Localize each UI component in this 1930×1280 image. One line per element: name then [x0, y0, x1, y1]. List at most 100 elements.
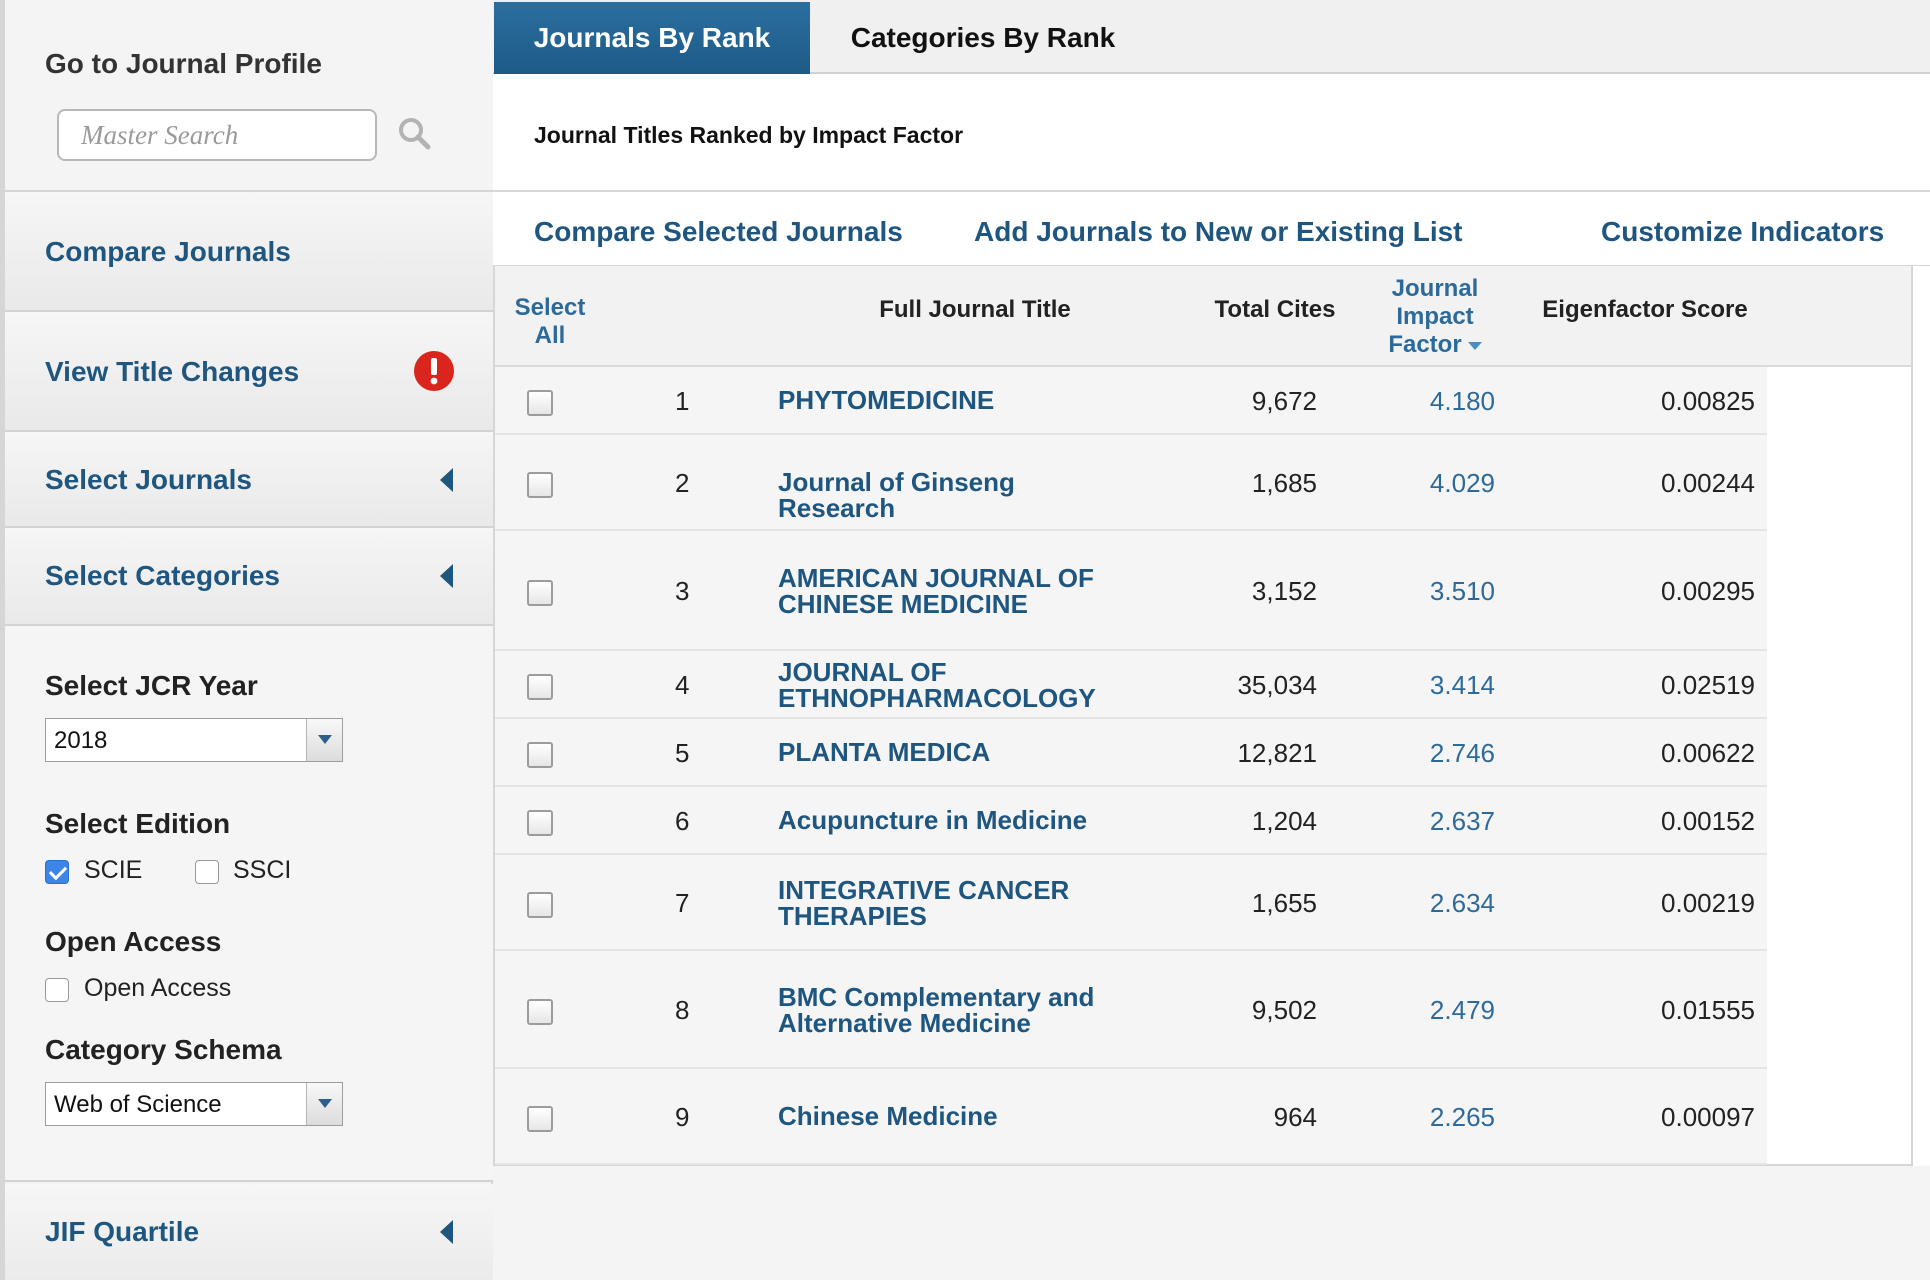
journal-title-link[interactable]: INTEGRATIVE CANCER THERAPIES	[778, 877, 1138, 929]
customize-indicators-link[interactable]: Customize Indicators	[1601, 216, 1884, 248]
actions-bar: Compare Selected Journals Add Journals t…	[493, 196, 1930, 266]
alert-icon	[414, 351, 454, 391]
chevron-down-icon	[306, 719, 342, 761]
header-journal-impact-factor[interactable]: Journal Impact Factor	[1345, 275, 1525, 359]
collapse-arrow-icon	[440, 1220, 453, 1244]
scie-checkbox[interactable]	[45, 860, 69, 884]
row-impact-factor-link[interactable]: 4.180	[1430, 386, 1495, 417]
table-row: 7 INTEGRATIVE CANCER THERAPIES 1,655 2.634 0.…	[495, 855, 1767, 951]
add-journals-to-list-link[interactable]: Add Journals to New or Existing List	[974, 216, 1463, 248]
row-rank: 6	[675, 806, 690, 836]
journal-title-link[interactable]: JOURNAL OF ETHNOPHARMACOLOGY	[778, 659, 1138, 711]
row-impact-factor-link[interactable]: 2.634	[1430, 888, 1495, 919]
journal-title-link[interactable]: PLANTA MEDICA	[778, 739, 1138, 765]
journal-title-link[interactable]: Chinese Medicine	[778, 1103, 1138, 1129]
table-row: 5 PLANTA MEDICA 12,821 2.746 0.00622	[495, 719, 1767, 787]
row-checkbox[interactable]	[527, 390, 553, 416]
row-rank: 3	[675, 576, 690, 606]
chevron-down-icon	[306, 1083, 342, 1125]
journal-title-link[interactable]: Acupuncture in Medicine	[778, 807, 1138, 833]
journal-title-line-1: Acupuncture in Medicine	[778, 805, 1088, 835]
row-checkbox[interactable]	[527, 742, 553, 768]
tab-journals-by-rank[interactable]: Journals By Rank	[494, 2, 810, 74]
open-access-heading: Open Access	[45, 926, 222, 957]
table-row: 2 Journal of Ginseng Research 1,685 4.029 0.…	[495, 435, 1767, 531]
select-journals-button[interactable]: Select Journals	[5, 432, 493, 528]
row-total-cites: 3,152	[1251, 576, 1317, 606]
row-impact-factor-link[interactable]: 4.029	[1430, 468, 1495, 499]
journal-title-link[interactable]: Journal of Ginseng Research	[778, 469, 1138, 521]
page-footer-area	[493, 1166, 1930, 1280]
ssci-label: SSCI	[233, 856, 292, 884]
row-total-cites: 9,502	[1251, 995, 1317, 1025]
row-impact-factor-link[interactable]: 2.746	[1430, 738, 1495, 769]
tab-categories-by-rank[interactable]: Categories By Rank	[823, 2, 1143, 74]
ssci-checkbox[interactable]	[195, 860, 219, 884]
row-checkbox[interactable]	[527, 580, 553, 606]
table-header: Select All Full Journal Title Total Cite…	[495, 266, 1911, 367]
journal-title-line-1: INTEGRATIVE CANCER	[778, 875, 1070, 905]
jif-quartile-button[interactable]: JIF Quartile	[5, 1184, 493, 1280]
row-eigenfactor-score: 0.01555	[1661, 995, 1755, 1025]
journal-title-link[interactable]: PHYTOMEDICINE	[778, 387, 1138, 413]
journal-title-line-1: Chinese Medicine	[778, 1101, 998, 1131]
journals-table: Select All Full Journal Title Total Cite…	[493, 266, 1913, 1166]
jif-header-line-1: Journal	[1391, 275, 1479, 302]
journal-title-line-2: CHINESE MEDICINE	[778, 589, 1028, 619]
row-impact-factor-link[interactable]: 2.479	[1430, 995, 1495, 1026]
category-schema-value: Web of Science	[54, 1091, 222, 1118]
journal-title-line-1: BMC Complementary and	[778, 982, 1095, 1012]
category-schema-select[interactable]: Web of Science	[45, 1082, 343, 1126]
scie-label: SCIE	[84, 856, 143, 884]
category-schema-heading: Category Schema	[45, 1034, 282, 1065]
row-checkbox[interactable]	[527, 1106, 553, 1132]
row-impact-factor-link[interactable]: 3.510	[1430, 576, 1495, 607]
collapse-arrow-icon	[440, 468, 453, 492]
jif-header-line-3: Factor	[1345, 331, 1525, 359]
select-all-link[interactable]: Select All	[511, 294, 589, 350]
row-checkbox[interactable]	[527, 892, 553, 918]
table-row: 1 PHYTOMEDICINE 9,672 4.180 0.00825	[495, 367, 1767, 435]
row-eigenfactor-score: 0.00622	[1661, 738, 1755, 768]
row-eigenfactor-score: 0.00295	[1661, 576, 1755, 606]
journal-title-line-1: PLANTA MEDICA	[778, 737, 991, 767]
row-eigenfactor-score: 0.00219	[1661, 888, 1755, 918]
open-access-checkbox[interactable]	[45, 978, 69, 1002]
row-checkbox[interactable]	[527, 674, 553, 700]
compare-selected-journals-link[interactable]: Compare Selected Journals	[534, 216, 903, 248]
row-rank: 1	[675, 386, 690, 416]
row-checkbox[interactable]	[527, 810, 553, 836]
row-eigenfactor-score: 0.00152	[1661, 806, 1755, 836]
select-categories-label: Select Categories	[45, 560, 280, 591]
row-checkbox[interactable]	[527, 472, 553, 498]
row-total-cites: 9,672	[1251, 386, 1317, 416]
page-title: Journal Titles Ranked by Impact Factor	[534, 122, 964, 148]
row-rank: 8	[675, 995, 690, 1025]
jcr-year-select[interactable]: 2018	[45, 718, 343, 762]
row-impact-factor-link[interactable]: 2.265	[1430, 1102, 1495, 1133]
profile-heading: Go to Journal Profile	[45, 48, 322, 79]
view-title-changes-button[interactable]: View Title Changes	[5, 312, 493, 432]
jif-quartile-label: JIF Quartile	[45, 1216, 200, 1247]
compare-journals-button[interactable]: Compare Journals	[5, 192, 493, 312]
table-row: 4 JOURNAL OF ETHNOPHARMACOLOGY 35,034 3.414 0…	[495, 651, 1767, 719]
journal-title-link[interactable]: BMC Complementary and Alternative Medicin…	[778, 984, 1138, 1036]
header-full-journal-title: Full Journal Title	[879, 296, 1071, 323]
journal-title-line-1: AMERICAN JOURNAL OF	[778, 563, 1094, 593]
master-search-input[interactable]	[57, 109, 377, 161]
row-total-cites: 964	[1273, 1102, 1317, 1132]
table-row: 3 AMERICAN JOURNAL OF CHINESE MEDICINE 3,15…	[495, 531, 1767, 651]
compare-journals-label: Compare Journals	[45, 236, 291, 267]
select-categories-button[interactable]: Select Categories	[5, 528, 493, 626]
title-panel: Journal Titles Ranked by Impact Factor	[493, 74, 1930, 192]
row-checkbox[interactable]	[527, 999, 553, 1025]
row-impact-factor-link[interactable]: 2.637	[1430, 806, 1495, 837]
row-rank: 7	[675, 888, 690, 918]
row-total-cites: 1,655	[1251, 888, 1317, 918]
journal-title-link[interactable]: AMERICAN JOURNAL OF CHINESE MEDICINE	[778, 565, 1138, 617]
search-icon[interactable]	[397, 116, 431, 150]
sort-desc-icon	[1467, 341, 1482, 350]
jcr-year-value: 2018	[54, 727, 108, 754]
select-all-line-1: Select	[514, 294, 586, 321]
row-impact-factor-link[interactable]: 3.414	[1430, 670, 1495, 701]
